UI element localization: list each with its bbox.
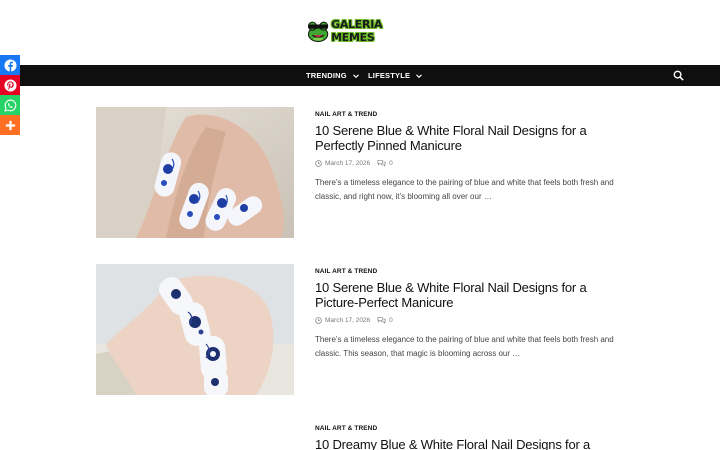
main-nav: TRENDING LIFESTYLE bbox=[0, 65, 720, 86]
nav-item-trending[interactable]: TRENDING bbox=[306, 65, 360, 86]
comments-icon bbox=[377, 316, 386, 324]
nail-art-photo bbox=[96, 264, 294, 395]
social-share-bar bbox=[0, 55, 20, 135]
post-category-link[interactable]: NAIL ART & TREND bbox=[315, 111, 615, 118]
post-category-link[interactable]: NAIL ART & TREND bbox=[315, 425, 615, 432]
post-thumbnail[interactable] bbox=[96, 107, 294, 238]
site-logo[interactable]: GALERIA MEMES bbox=[306, 15, 410, 47]
post-title-link[interactable]: 10 Serene Blue & White Floral Nail Desig… bbox=[315, 123, 615, 153]
post-body: NAIL ART & TREND 10 Dreamy Blue & White … bbox=[315, 421, 615, 450]
comment-count: 0 bbox=[389, 316, 393, 324]
facebook-icon bbox=[3, 58, 17, 72]
more-share-button[interactable] bbox=[0, 115, 20, 135]
logo-text: GALERIA MEMES bbox=[331, 18, 383, 44]
site-header: GALERIA MEMES bbox=[0, 0, 720, 65]
post-comments-link[interactable]: 0 bbox=[377, 159, 393, 167]
post-date[interactable]: March 17, 2026 bbox=[325, 160, 370, 167]
post-thumbnail[interactable] bbox=[96, 264, 294, 395]
post-comments-link[interactable]: 0 bbox=[377, 316, 393, 324]
plus-icon bbox=[5, 120, 15, 130]
post-title-link[interactable]: 10 Serene Blue & White Floral Nail Desig… bbox=[315, 280, 615, 310]
clock-icon bbox=[315, 159, 322, 167]
comments-icon bbox=[377, 159, 386, 167]
nail-art-photo bbox=[96, 107, 294, 238]
facebook-share-button[interactable] bbox=[0, 55, 20, 75]
post-meta: March 17, 2026 0 bbox=[315, 159, 615, 167]
post-body: NAIL ART & TREND 10 Serene Blue & White … bbox=[315, 107, 615, 203]
frog-mascot-icon bbox=[307, 21, 329, 42]
nav-item-label: TRENDING bbox=[306, 71, 347, 80]
nav-item-label: LIFESTYLE bbox=[368, 71, 411, 80]
post-body: NAIL ART & TREND 10 Serene Blue & White … bbox=[315, 264, 615, 360]
comment-count: 0 bbox=[389, 159, 393, 167]
whatsapp-share-button[interactable] bbox=[0, 95, 20, 115]
post-category-link[interactable]: NAIL ART & TREND bbox=[315, 268, 615, 275]
post-excerpt: There’s a timeless elegance to the pairi… bbox=[315, 178, 614, 201]
pinterest-icon bbox=[3, 78, 17, 92]
pinterest-share-button[interactable] bbox=[0, 75, 20, 95]
post-date[interactable]: March 17, 2026 bbox=[325, 317, 370, 324]
post-title-link[interactable]: 10 Dreamy Blue & White Floral Nail Desig… bbox=[315, 437, 615, 450]
chevron-down-icon bbox=[352, 73, 359, 78]
clock-icon bbox=[315, 316, 322, 324]
post-excerpt: There’s a timeless elegance to the pairi… bbox=[315, 335, 614, 358]
search-icon[interactable] bbox=[673, 70, 684, 81]
whatsapp-icon bbox=[3, 99, 16, 112]
nav-item-lifestyle[interactable]: LIFESTYLE bbox=[368, 65, 423, 86]
post-meta: March 17, 2026 0 bbox=[315, 316, 615, 324]
chevron-down-icon bbox=[416, 73, 423, 78]
